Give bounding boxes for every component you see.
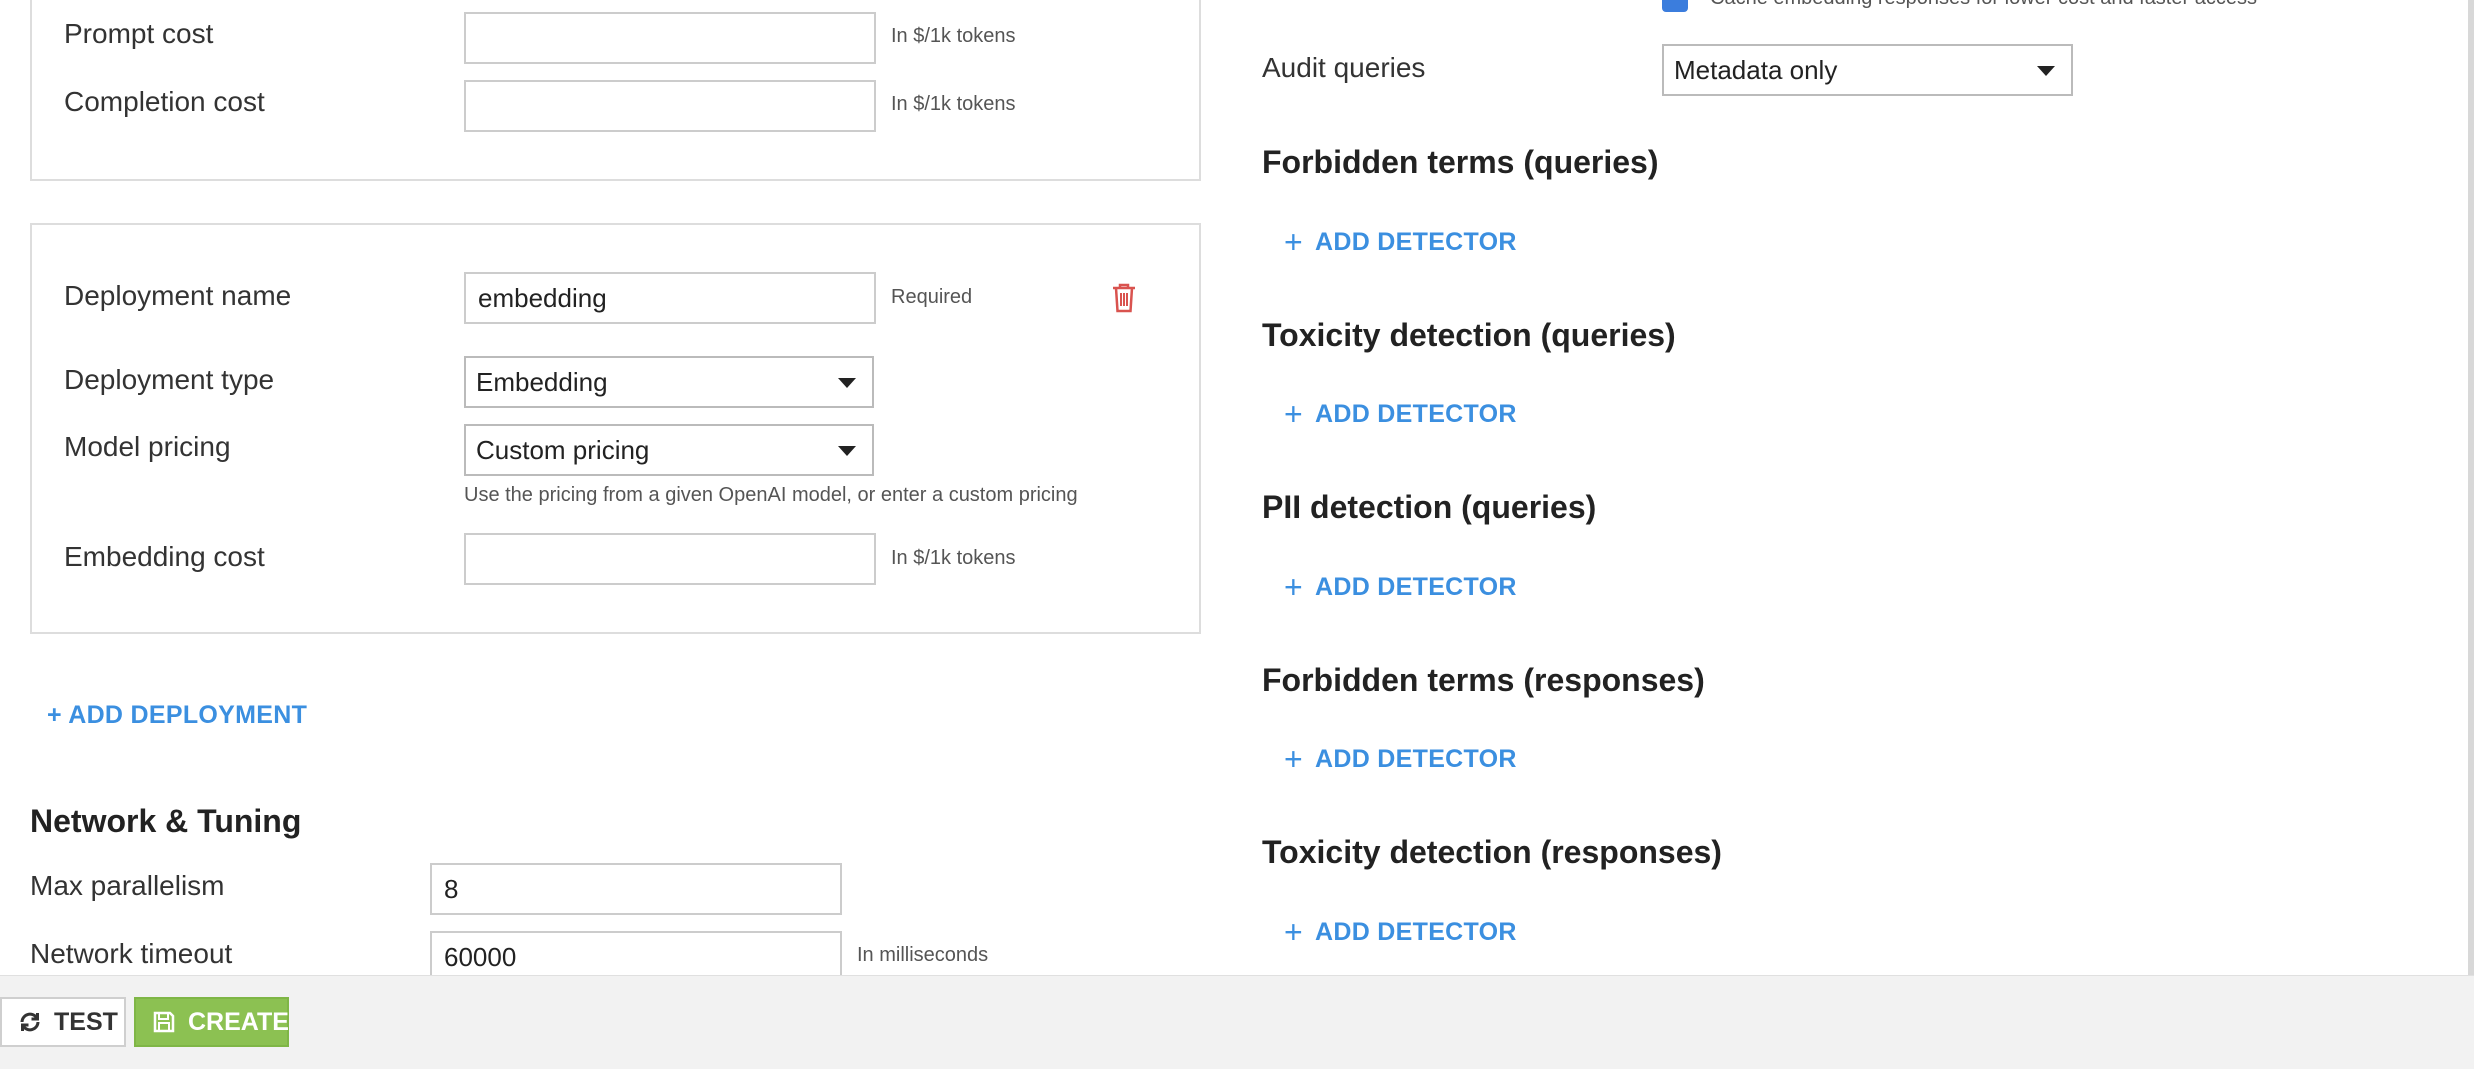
deployment-name-required: Required: [891, 286, 973, 308]
completion-cost-unit: In $/1k tokens: [891, 93, 1016, 115]
add-detector-button[interactable]: + ADD DETECTOR: [1284, 743, 1517, 775]
plus-icon: +: [1284, 741, 1303, 777]
plus-icon: +: [1284, 569, 1303, 605]
deployment-type-label: Deployment type: [64, 364, 275, 395]
audit-queries-select[interactable]: Metadata only: [1662, 44, 2073, 96]
scrollbar[interactable]: [2468, 0, 2474, 975]
create-button-label: CREATE: [188, 1007, 289, 1036]
embedding-cost-unit: In $/1k tokens: [891, 547, 1016, 569]
cache-embedding-checkbox[interactable]: [1662, 0, 1688, 12]
section-heading: Toxicity detection (queries): [1262, 317, 1676, 353]
network-tuning-heading: Network & Tuning: [30, 803, 302, 839]
network-timeout-label: Network timeout: [30, 938, 233, 969]
audit-queries-label: Audit queries: [1262, 52, 1426, 83]
max-parallelism-input[interactable]: 8: [430, 863, 842, 915]
prompt-cost-label: Prompt cost: [64, 18, 214, 49]
refresh-icon: [18, 1010, 42, 1034]
add-detector-button[interactable]: + ADD DETECTOR: [1284, 916, 1517, 948]
deployment-type-select[interactable]: Embedding: [464, 356, 874, 408]
plus-icon: +: [1284, 224, 1303, 260]
caret-down-icon: [2037, 66, 2055, 76]
add-detector-label: ADD DETECTOR: [1315, 227, 1517, 256]
add-detector-label: ADD DETECTOR: [1315, 572, 1517, 601]
model-pricing-value: Custom pricing: [476, 435, 650, 465]
cache-embedding-label: Cache embedding responses for lower cost…: [1710, 0, 2257, 10]
caret-down-icon: [838, 378, 856, 388]
deployment-name-label: Deployment name: [64, 280, 292, 311]
add-detector-label: ADD DETECTOR: [1315, 917, 1517, 946]
section-heading: PII detection (queries): [1262, 489, 1597, 525]
add-deployment-button[interactable]: + ADD DEPLOYMENT: [47, 701, 307, 730]
test-button[interactable]: TEST: [0, 997, 126, 1047]
max-parallelism-label: Max parallelism: [30, 870, 225, 901]
save-icon: [152, 1010, 176, 1034]
create-button[interactable]: CREATE: [134, 997, 289, 1047]
plus-icon: +: [1284, 914, 1303, 950]
add-detector-button[interactable]: + ADD DETECTOR: [1284, 571, 1517, 603]
add-detector-button[interactable]: + ADD DETECTOR: [1284, 226, 1517, 258]
model-pricing-label: Model pricing: [64, 431, 231, 462]
embedding-cost-input[interactable]: [464, 533, 876, 585]
add-detector-label: ADD DETECTOR: [1315, 744, 1517, 773]
completion-cost-label: Completion cost: [64, 86, 265, 117]
model-pricing-select[interactable]: Custom pricing: [464, 424, 874, 476]
caret-down-icon: [838, 446, 856, 456]
model-pricing-help: Use the pricing from a given OpenAI mode…: [464, 484, 1078, 506]
plus-icon: +: [1284, 396, 1303, 432]
section-heading: Forbidden terms (queries): [1262, 144, 1659, 180]
section-heading: Toxicity detection (responses): [1262, 834, 1722, 870]
deployment-name-input[interactable]: embedding: [464, 272, 876, 324]
prompt-cost-input[interactable]: [464, 12, 876, 64]
embedding-cost-label: Embedding cost: [64, 541, 265, 572]
add-detector-label: ADD DETECTOR: [1315, 399, 1517, 428]
completion-cost-input[interactable]: [464, 80, 876, 132]
footer-bar: [0, 975, 2474, 1069]
audit-queries-value: Metadata only: [1674, 55, 1838, 85]
test-button-label: TEST: [54, 1007, 118, 1036]
section-heading: Forbidden terms (responses): [1262, 662, 1705, 698]
prompt-cost-unit: In $/1k tokens: [891, 25, 1016, 47]
network-timeout-unit: In milliseconds: [857, 944, 989, 966]
deployment-type-value: Embedding: [476, 367, 608, 397]
trash-icon[interactable]: [1110, 282, 1138, 314]
add-detector-button[interactable]: + ADD DETECTOR: [1284, 398, 1517, 430]
